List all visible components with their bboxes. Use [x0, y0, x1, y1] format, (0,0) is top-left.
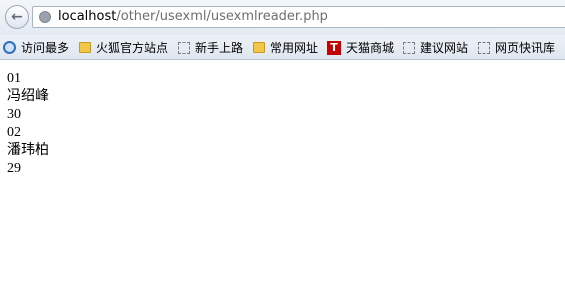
url-field[interactable]: localhost/other/usexml/usexmlreader.php: [32, 6, 565, 28]
bookmark-label: 常用网址: [270, 41, 319, 55]
bookmark-tmall[interactable]: T 天猫商城: [327, 39, 394, 56]
search-icon: [3, 41, 16, 54]
back-arrow-icon: ←: [11, 9, 23, 25]
bookmark-label: 天猫商城: [346, 41, 395, 55]
content-line: 30: [7, 107, 21, 122]
content-line: 29: [7, 161, 21, 176]
folder-icon: [253, 42, 265, 53]
bookmark-getting-started[interactable]: 新手上路: [178, 39, 243, 56]
page-icon: [478, 41, 490, 54]
bookmark-label: 网页快讯库: [495, 41, 556, 55]
bookmark-label: 火狐官方站点: [96, 41, 169, 55]
page-icon: [403, 41, 415, 54]
bookmark-common-sites[interactable]: 常用网址: [253, 39, 318, 56]
back-button[interactable]: ←: [5, 5, 29, 29]
bookmark-web-slice-gallery[interactable]: 网页快讯库: [478, 39, 555, 56]
content-line: 潘玮柏: [7, 143, 49, 158]
address-bar: ← localhost/other/usexml/usexmlreader.ph…: [0, 0, 565, 35]
page-icon: [178, 41, 190, 54]
tmall-icon: T: [327, 40, 341, 55]
url-path: /other/usexml/usexmlreader.php: [116, 9, 328, 24]
bookmark-label: 新手上路: [195, 41, 244, 55]
url-host: localhost: [58, 9, 117, 24]
url-text: localhost/other/usexml/usexmlreader.php: [58, 9, 328, 25]
bookmark-label: 建议网站: [420, 41, 469, 55]
content-line: 冯绍峰: [7, 89, 49, 104]
bookmark-label: 访问最多: [21, 41, 70, 55]
page-content: 01 冯绍峰 30 02 潘玮柏 29: [7, 70, 49, 178]
bookmark-suggested-sites[interactable]: 建议网站: [403, 39, 468, 56]
content-line: 01: [7, 71, 21, 86]
bookmarks-toolbar: 访问最多 火狐官方站点 新手上路 常用网址 T 天猫商城 建议网站 网页快讯库: [0, 35, 565, 60]
folder-icon: [79, 42, 91, 53]
bookmark-most-visited[interactable]: 访问最多: [3, 39, 69, 56]
content-line: 02: [7, 125, 21, 140]
bookmark-firefox-official[interactable]: 火狐官方站点: [79, 39, 168, 56]
globe-icon: [39, 11, 51, 23]
